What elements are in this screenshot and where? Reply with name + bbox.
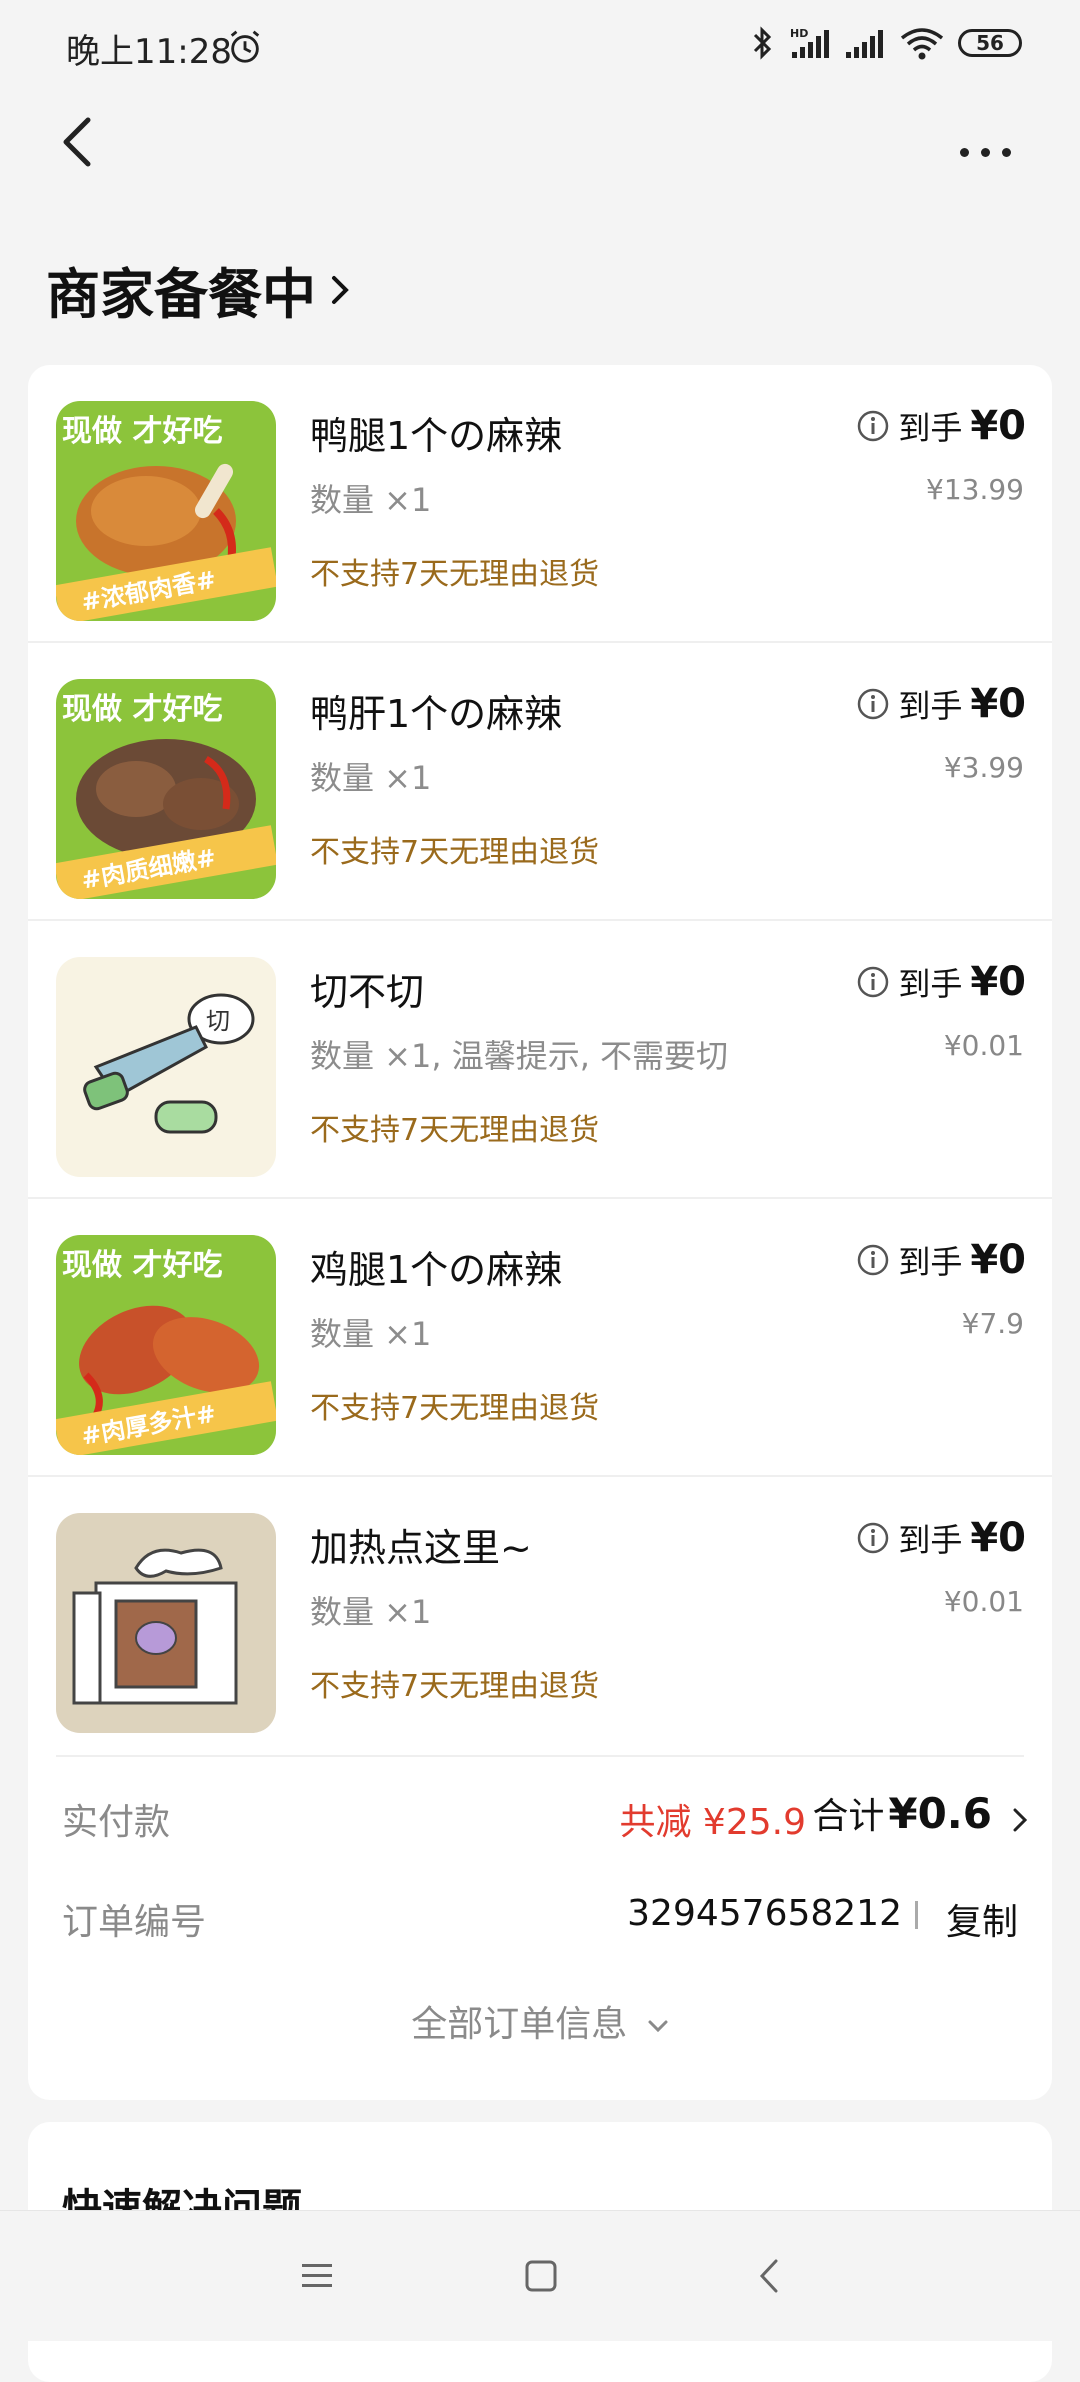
order-item[interactable]: 切 切不切 数量 ×1, 温馨提示, 不需要切 不支持7天无理由退货 到手 ¥0… — [28, 921, 1052, 1197]
return-policy-notice: 不支持7天无理由退货 — [310, 557, 600, 592]
chevron-right-icon — [332, 275, 349, 304]
svg-text:现做 才好吃: 现做 才好吃 — [62, 1248, 222, 1283]
original-price: ¥3.99 — [943, 751, 1024, 784]
svg-text:HD: HD — [790, 27, 808, 40]
product-thumbnail: 现做 才好吃 #肉质细嫩# — [56, 679, 276, 899]
duck-leg-image: 现做 才好吃 #浓郁肉香# — [56, 401, 276, 621]
signal-hd-icon: HD — [790, 27, 829, 58]
microwave-image — [56, 1513, 276, 1733]
separator — [915, 1901, 918, 1929]
price-label: 到手 — [898, 965, 963, 1003]
svg-text:现做 才好吃: 现做 才好吃 — [62, 414, 222, 449]
return-policy-notice: 不支持7天无理由退货 — [310, 1391, 600, 1426]
item-quantity: 数量 ×1 — [310, 481, 432, 519]
dot-icon — [960, 147, 969, 157]
bluetooth-icon — [753, 26, 772, 60]
chevron-right-icon — [1013, 1808, 1028, 1832]
final-price: ¥0 — [970, 403, 1026, 449]
final-price: ¥0 — [970, 1515, 1026, 1561]
price-row[interactable]: 到手 ¥0 — [856, 681, 1026, 727]
home-icon[interactable] — [524, 2259, 558, 2293]
svg-text:切: 切 — [206, 1007, 230, 1035]
product-thumbnail: 切 — [56, 957, 276, 1177]
final-price: ¥0 — [970, 959, 1026, 1005]
copy-button[interactable]: 复制 — [946, 1893, 1018, 1945]
info-icon[interactable] — [856, 687, 890, 721]
order-card: 现做 才好吃 #浓郁肉香# 鸭腿1个の麻辣 数量 ×1 不支持7天无理由退货 到… — [28, 365, 1052, 2100]
price-label: 到手 — [898, 409, 963, 447]
total-amount: 合计 ¥0.6 — [812, 1787, 992, 1839]
price-row[interactable]: 到手 ¥0 — [856, 1237, 1026, 1283]
divider — [56, 1755, 1024, 1757]
order-number-label: 订单编号 — [62, 1902, 207, 1943]
alarm-icon — [230, 30, 260, 63]
total-label: 合计 — [812, 1796, 885, 1837]
price-label: 到手 — [898, 687, 963, 725]
menu-icon[interactable] — [300, 2261, 334, 2291]
item-quantity: 数量 ×1 — [310, 1593, 432, 1631]
cut-option-image: 切 — [56, 957, 276, 1177]
info-icon[interactable] — [856, 1521, 890, 1555]
all-order-info-toggle[interactable]: 全部订单信息 — [28, 1995, 1052, 2047]
price-row[interactable]: 到手 ¥0 — [856, 403, 1026, 449]
info-icon[interactable] — [856, 1243, 890, 1277]
info-icon[interactable] — [856, 965, 890, 999]
final-price: ¥0 — [970, 681, 1026, 727]
system-navigation-bar — [0, 2210, 1080, 2341]
item-name: 鸭肝1个の麻辣 — [310, 692, 563, 736]
item-name: 鸭腿1个の麻辣 — [310, 414, 563, 458]
order-number: 329457658212 — [627, 1893, 902, 1934]
product-thumbnail: 现做 才好吃 #肉厚多汁# — [56, 1235, 276, 1455]
chevron-down-icon — [648, 2020, 668, 2033]
item-name: 鸡腿1个の麻辣 — [310, 1248, 563, 1292]
return-policy-notice: 不支持7天无理由退货 — [310, 835, 600, 870]
payment-summary-row[interactable]: 实付款 共减 ¥25.9 合计 ¥0.6 — [28, 1773, 1052, 1853]
info-icon[interactable] — [856, 409, 890, 443]
original-price: ¥13.99 — [926, 473, 1024, 506]
original-price: ¥0.01 — [943, 1585, 1024, 1618]
signal-icon — [846, 30, 883, 58]
order-item[interactable]: 现做 才好吃 #肉质细嫩# 鸭肝1个の麻辣 数量 ×1 不支持7天无理由退货 到… — [28, 643, 1052, 919]
item-quantity: 数量 ×1 — [310, 759, 432, 797]
status-bar: 晚上11:28 HD 56 — [0, 0, 1080, 100]
more-options-button[interactable] — [960, 132, 1030, 172]
return-policy-notice: 不支持7天无理由退货 — [310, 1669, 600, 1704]
dot-icon — [981, 147, 990, 157]
status-time: 晚上11:28 — [66, 32, 232, 72]
price-label: 到手 — [898, 1521, 963, 1559]
order-item[interactable]: 加热点这里~ 数量 ×1 不支持7天无理由退货 到手 ¥0 ¥0.01 — [28, 1477, 1052, 1753]
item-name: 加热点这里~ — [310, 1526, 532, 1570]
price-row[interactable]: 到手 ¥0 — [856, 959, 1026, 1005]
paid-label: 实付款 — [62, 1802, 171, 1843]
order-status-title[interactable]: 商家备餐中 — [46, 250, 350, 329]
original-price: ¥0.01 — [943, 1029, 1024, 1062]
item-name: 切不切 — [310, 970, 425, 1014]
price-row[interactable]: 到手 ¥0 — [856, 1515, 1026, 1561]
final-price: ¥0 — [970, 1237, 1026, 1283]
product-thumbnail: 现做 才好吃 #浓郁肉香# — [56, 401, 276, 621]
original-price: ¥7.9 — [961, 1307, 1024, 1340]
page-title-text: 商家备餐中 — [46, 263, 316, 326]
svg-text:现做 才好吃: 现做 才好吃 — [62, 692, 222, 727]
nav-back-icon[interactable] — [758, 2257, 780, 2295]
wifi-icon — [900, 28, 944, 60]
dot-icon — [1002, 147, 1011, 157]
order-item[interactable]: 现做 才好吃 #肉厚多汁# 鸡腿1个の麻辣 数量 ×1 不支持7天无理由退货 到… — [28, 1199, 1052, 1475]
order-number-row: 订单编号 329457658212 复制 — [28, 1873, 1052, 1953]
item-quantity: 数量 ×1, 温馨提示, 不需要切 — [310, 1037, 729, 1075]
status-icons: HD 56 — [752, 26, 1022, 60]
order-item[interactable]: 现做 才好吃 #浓郁肉香# 鸭腿1个の麻辣 数量 ×1 不支持7天无理由退货 到… — [28, 365, 1052, 641]
total-value: ¥0.6 — [888, 1789, 992, 1838]
all-order-info-label: 全部订单信息 — [411, 2004, 628, 2045]
product-thumbnail — [56, 1513, 276, 1733]
discount-amount: 共减 ¥25.9 — [619, 1802, 806, 1843]
duck-liver-image: 现做 才好吃 #肉质细嫩# — [56, 679, 276, 899]
item-quantity: 数量 ×1 — [310, 1315, 432, 1353]
battery-indicator: 56 — [958, 29, 1022, 57]
price-label: 到手 — [898, 1243, 963, 1281]
back-icon[interactable] — [52, 112, 102, 172]
chicken-leg-image: 现做 才好吃 #肉厚多汁# — [56, 1235, 276, 1455]
return-policy-notice: 不支持7天无理由退货 — [310, 1113, 600, 1148]
